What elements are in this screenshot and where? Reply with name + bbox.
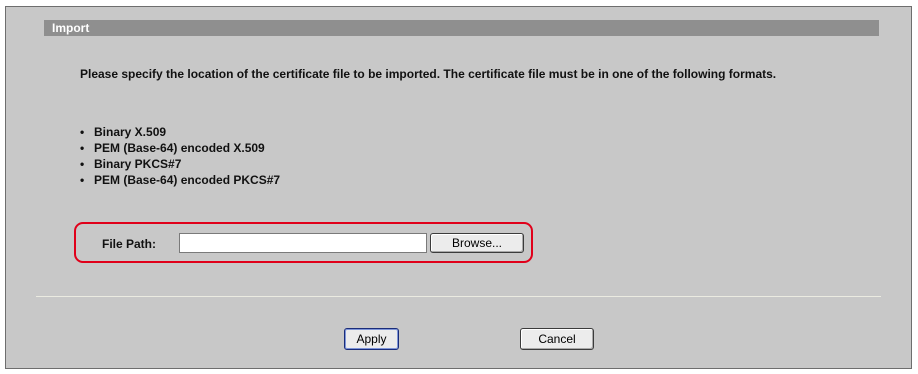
- format-label: Binary X.509: [94, 125, 167, 139]
- format-list: • Binary X.509 • PEM (Base-64) encoded X.5…: [80, 124, 280, 188]
- instructions-text: Please specify the location of the certi…: [80, 67, 777, 81]
- format-label: Binary PKCS#7: [94, 157, 182, 171]
- file-path-label: File Path:: [102, 237, 157, 251]
- section-header: Import: [44, 20, 879, 36]
- list-item: • Binary PKCS#7: [80, 156, 280, 172]
- list-item: • Binary X.509: [80, 124, 280, 140]
- divider: [36, 296, 881, 297]
- bullet-icon: •: [80, 141, 85, 155]
- format-label: PEM (Base-64) encoded X.509: [94, 141, 265, 155]
- format-label: PEM (Base-64) encoded PKCS#7: [94, 173, 281, 187]
- browse-button[interactable]: Browse...: [430, 233, 524, 253]
- cancel-button[interactable]: Cancel: [520, 328, 594, 350]
- list-item: • PEM (Base-64) encoded PKCS#7: [80, 172, 280, 188]
- apply-button[interactable]: Apply: [344, 328, 399, 350]
- file-path-input[interactable]: [179, 233, 427, 253]
- bullet-icon: •: [80, 125, 85, 139]
- bullet-icon: •: [80, 173, 85, 187]
- list-item: • PEM (Base-64) encoded X.509: [80, 140, 280, 156]
- bullet-icon: •: [80, 157, 85, 171]
